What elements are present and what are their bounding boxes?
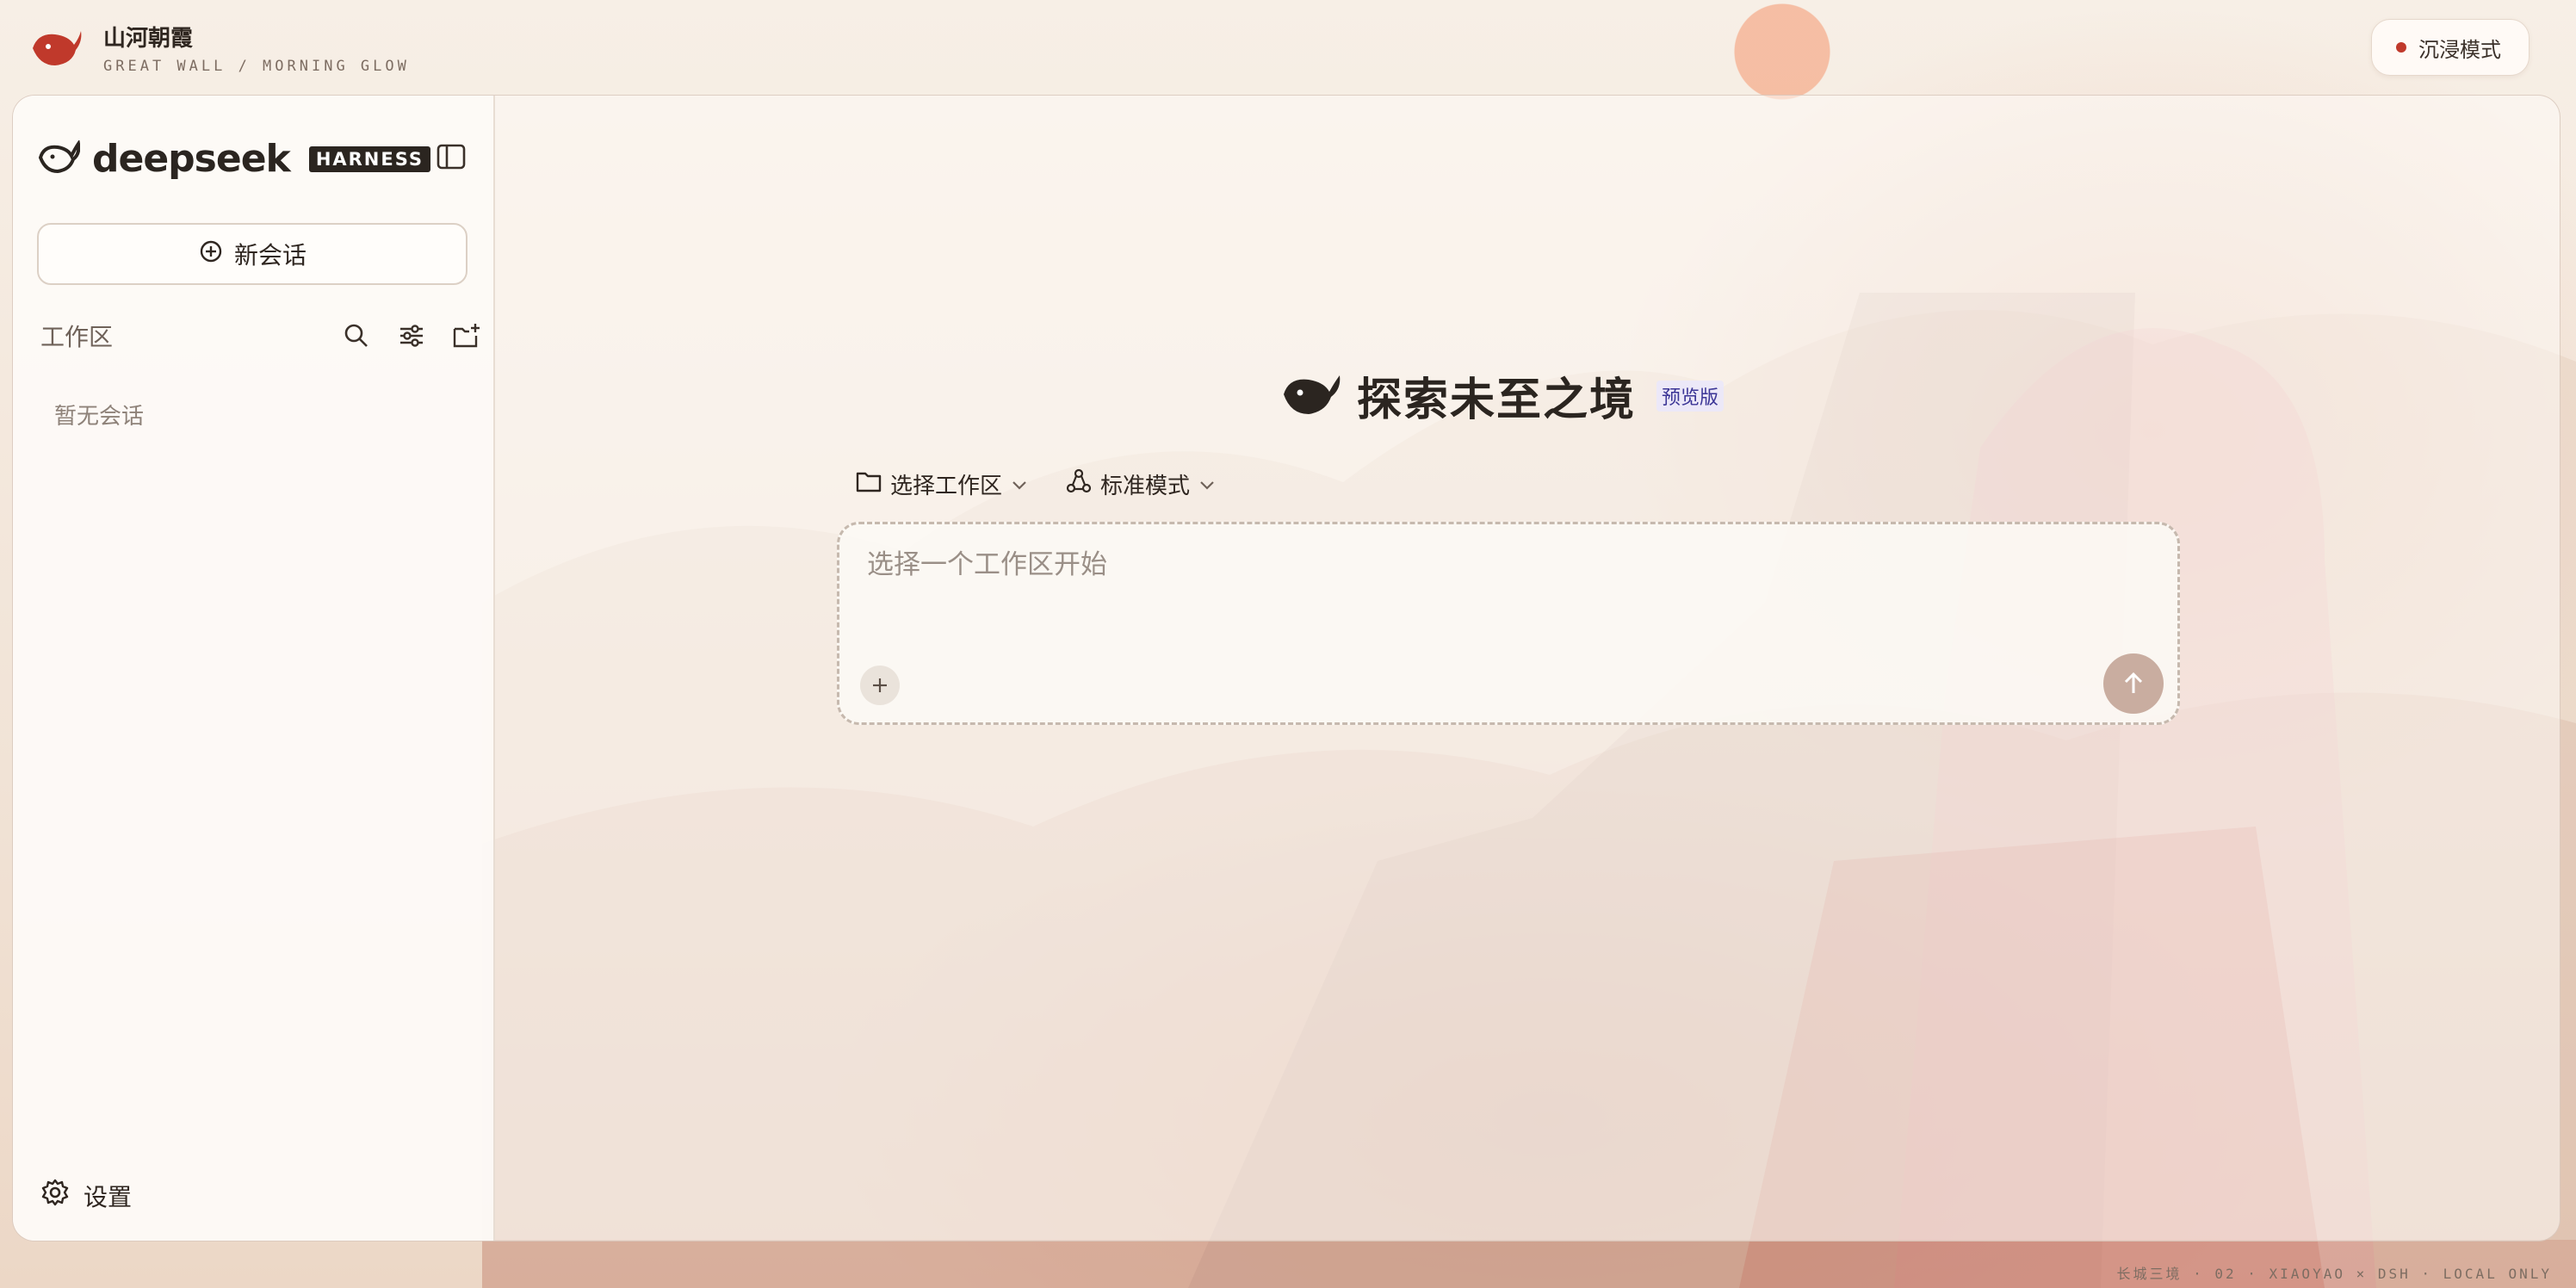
message-composer — [837, 522, 2180, 725]
immersive-mode-button[interactable]: 沉浸模式 — [2371, 19, 2530, 76]
hero-title: 探索未至之境 — [1357, 375, 1637, 426]
brand-title: 山河朝霞 — [103, 26, 194, 52]
app-brand: 山河朝霞 GREAT WALL / MORNING GLOW — [29, 21, 410, 75]
message-input[interactable] — [865, 548, 1988, 581]
add-folder-icon[interactable] — [450, 319, 483, 352]
new-chat-label: 新会话 — [233, 241, 307, 269]
mode-select[interactable]: 标准模式 — [1066, 468, 1216, 500]
folder-icon — [856, 469, 882, 499]
workspace-label: 工作区 — [40, 323, 114, 351]
gear-icon — [40, 1178, 70, 1213]
deepseek-whale-icon — [1281, 370, 1341, 422]
arrow-up-icon — [2124, 672, 2143, 693]
workspace-select[interactable]: 选择工作区 — [856, 468, 1028, 500]
deepseek-wordmark: deepseek — [92, 137, 291, 181]
footer-status: 长城三境 · 02 · XIAOYAO × DSH · LOCAL ONLY — [2116, 1266, 2552, 1282]
new-chat-button[interactable]: 新会话 — [37, 223, 468, 285]
plus-circle-icon — [198, 238, 224, 270]
search-icon[interactable] — [340, 319, 373, 352]
sidebar-toggle-icon[interactable] — [435, 140, 468, 173]
mode-select-label: 标准模式 — [1100, 474, 1191, 499]
deepseek-whale-icon — [38, 139, 81, 178]
filter-sliders-icon[interactable] — [395, 319, 428, 352]
sidebar: deepseek HARNESS 新会话 工作区 暂无会话 设置 — [13, 96, 495, 1241]
chevron-down-icon — [1011, 472, 1028, 498]
network-nodes-icon — [1066, 468, 1092, 500]
brand-subtitle: GREAT WALL / MORNING GLOW — [103, 58, 410, 75]
composer-selectors: 选择工作区 标准模式 — [856, 468, 1216, 500]
settings-label: 设置 — [84, 1182, 133, 1211]
chevron-down-icon — [1198, 472, 1216, 498]
workspace-header: 工作区 — [40, 314, 483, 357]
send-button[interactable] — [2103, 653, 2164, 714]
attach-button[interactable] — [860, 666, 900, 705]
status-dot-icon — [2396, 42, 2406, 53]
preview-badge: 预览版 — [1656, 380, 1725, 412]
settings-button[interactable]: 设置 — [40, 1178, 132, 1213]
harness-badge: HARNESS — [308, 146, 431, 172]
immersive-mode-label: 沉浸模式 — [2418, 37, 2501, 62]
whale-logo-icon — [29, 23, 83, 73]
empty-sessions-text: 暂无会话 — [54, 404, 145, 430]
sidebar-logo: deepseek HARNESS — [38, 137, 431, 181]
plus-icon — [873, 678, 887, 692]
workspace-select-label: 选择工作区 — [890, 474, 1003, 499]
hero-heading: 探索未至之境 预览版 — [1281, 363, 1725, 428]
